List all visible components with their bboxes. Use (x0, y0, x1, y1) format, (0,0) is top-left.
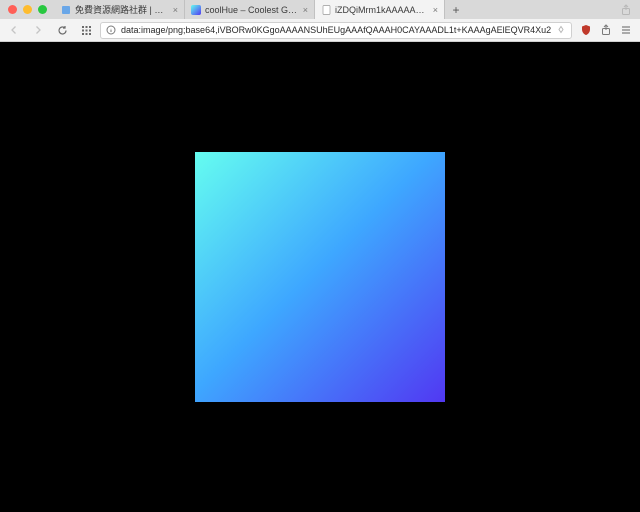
favicon-icon (191, 5, 201, 15)
tab-close-icon[interactable]: × (303, 5, 308, 15)
address-bar[interactable]: data:image/png;base64,iVBORw0KGgoAAAANSU… (100, 22, 572, 39)
browser-chrome: 免費資源網路社群 | 免費資源 × coolHue – Coolest Grad… (0, 0, 640, 42)
gradient-image (195, 152, 445, 402)
tab-item[interactable]: 免費資源網路社群 | 免費資源 × (55, 0, 185, 19)
tab-title: coolHue – Coolest Gradient (205, 5, 299, 15)
nav-forward-button[interactable] (30, 22, 46, 38)
toolbar-row: data:image/png;base64,iVBORw0KGgoAAAANSU… (0, 19, 640, 41)
nav-back-button[interactable] (6, 22, 22, 38)
bookmark-icon[interactable] (556, 25, 566, 35)
site-info-icon[interactable] (106, 25, 116, 35)
new-tab-button[interactable]: + (445, 0, 467, 19)
page-viewport (0, 42, 640, 512)
nav-reload-button[interactable] (54, 22, 70, 38)
window-maximize-button[interactable] (38, 5, 47, 14)
tab-title: iZDQiMrm1kAAAAASUVORK5 (335, 5, 429, 15)
favicon-icon (61, 5, 71, 15)
apps-grid-icon[interactable] (78, 22, 94, 38)
nav-buttons (6, 22, 94, 38)
tab-item-active[interactable]: iZDQiMrm1kAAAAASUVORK5 × (315, 0, 445, 19)
extension-icons (578, 24, 634, 36)
window-controls (0, 0, 55, 19)
share-icon[interactable] (612, 0, 640, 19)
window-minimize-button[interactable] (23, 5, 32, 14)
export-icon[interactable] (600, 24, 612, 36)
menu-icon[interactable] (620, 24, 632, 36)
window-close-button[interactable] (8, 5, 17, 14)
url-text: data:image/png;base64,iVBORw0KGgoAAAANSU… (121, 25, 551, 35)
tab-item[interactable]: coolHue – Coolest Gradient × (185, 0, 315, 19)
file-icon (321, 5, 331, 15)
tab-close-icon[interactable]: × (173, 5, 178, 15)
tab-title: 免費資源網路社群 | 免費資源 (75, 3, 169, 16)
extension-shield-icon[interactable] (580, 24, 592, 36)
tab-row: 免費資源網路社群 | 免費資源 × coolHue – Coolest Grad… (0, 0, 640, 19)
tab-close-icon[interactable]: × (433, 5, 438, 15)
